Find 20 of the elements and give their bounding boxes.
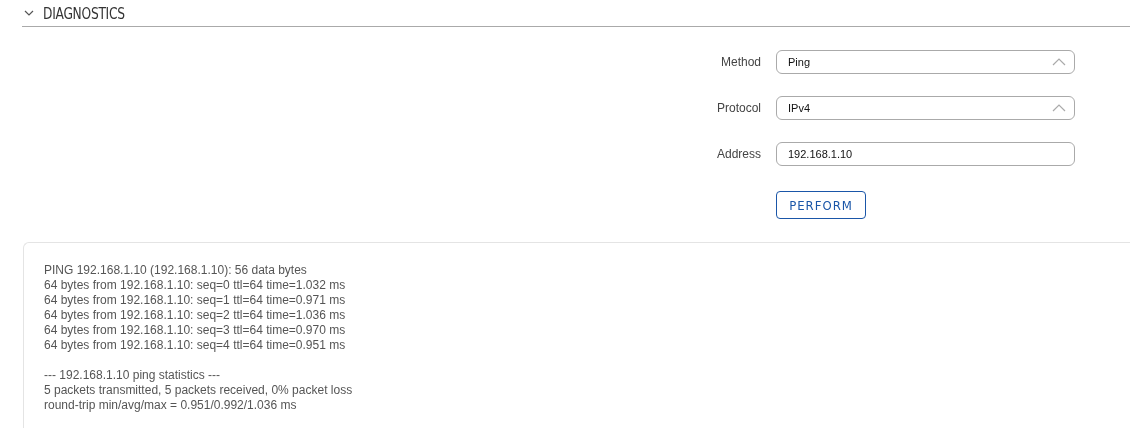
perform-button[interactable]: PERFORM bbox=[776, 191, 866, 219]
output-line: 64 bytes from 192.168.1.10: seq=3 ttl=64 time=0.970 ms bbox=[44, 323, 346, 338]
dropdown-select[interactable]: Ping bbox=[776, 50, 1075, 74]
output-line: 64 bytes from 192.168.1.10: seq=2 ttl=64 time=1.036 ms bbox=[44, 308, 346, 323]
output-line: 64 bytes from 192.168.1.10: seq=1 ttl=64 time=0.971 ms bbox=[44, 293, 346, 308]
address-input[interactable]: 192.168.1.10 bbox=[776, 142, 1075, 166]
output-line: 5 packets transmitted, 5 packets received, 0% packet loss bbox=[44, 383, 353, 398]
output-line: round-trip min/avg/max = 0.951/0.992/1.036 ms bbox=[44, 398, 297, 413]
section-title: DIAGNOSTICS bbox=[43, 3, 125, 23]
caret-icon bbox=[1052, 58, 1066, 66]
field-label: Address bbox=[715, 147, 761, 161]
output-line: 64 bytes from 192.168.1.10: seq=4 ttl=64 time=0.951 ms bbox=[44, 338, 346, 353]
dropdown-select[interactable]: IPv4 bbox=[776, 96, 1075, 120]
field-label: Protocol bbox=[715, 101, 761, 115]
output-line: 64 bytes from 192.168.1.10: seq=0 ttl=64 time=1.032 ms bbox=[44, 278, 346, 293]
output-line: --- 192.168.1.10 ping statistics --- bbox=[44, 368, 221, 383]
field-label: Method bbox=[719, 55, 761, 69]
caret-icon bbox=[1052, 104, 1066, 112]
chevron-icon[interactable] bbox=[24, 10, 34, 16]
output-line: PING 192.168.1.10 (192.168.1.10): 56 data bytes bbox=[44, 263, 307, 278]
